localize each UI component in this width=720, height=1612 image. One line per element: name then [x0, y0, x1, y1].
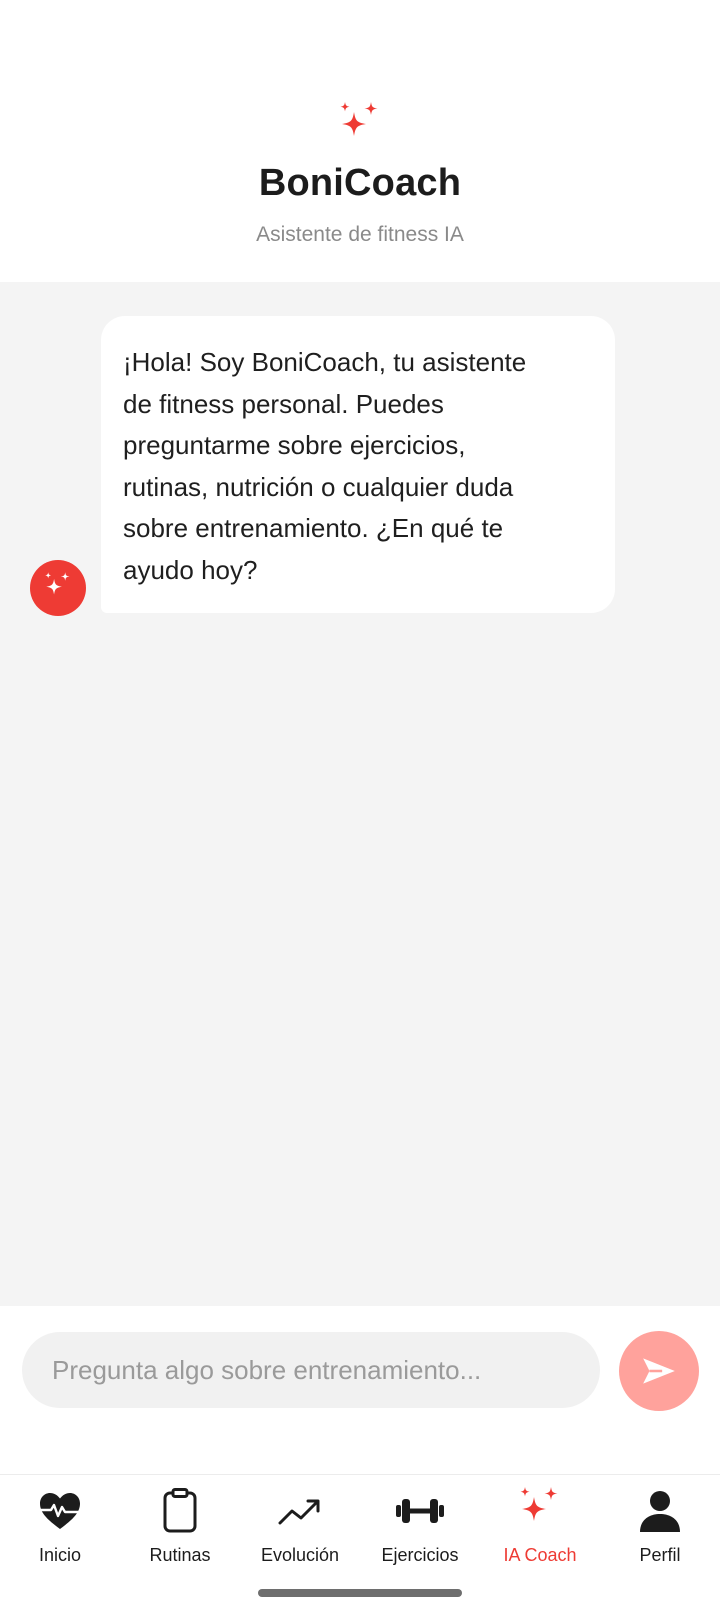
message-line: ayudo hoy?	[123, 554, 258, 585]
chat-area: ¡Hola! Soy BoniCoach, tu asistente de fi…	[0, 282, 720, 1306]
send-icon	[643, 1358, 675, 1384]
nav-label: Perfil	[639, 1545, 681, 1565]
nav-item-ia-coach[interactable]: IA Coach	[480, 1485, 600, 1581]
message-line: de fitness personal. Puedes	[123, 388, 444, 419]
sparkles-icon	[340, 102, 378, 136]
trending-up-icon	[278, 1499, 320, 1525]
bottom-navigation: Inicio Rutinas Evolución Ejercicios IA C…	[0, 1474, 720, 1612]
header: BoniCoach Asistente de fitness IA	[0, 0, 720, 282]
message-line: sobre entrenamiento. ¿En qué te	[123, 513, 504, 543]
heart-pulse-icon	[40, 1493, 80, 1529]
sparkles-icon	[45, 572, 70, 595]
nav-label: Rutinas	[149, 1545, 211, 1565]
message-input[interactable]	[22, 1332, 600, 1408]
nav-label: IA Coach	[503, 1545, 577, 1565]
sparkles-icon	[520, 1487, 558, 1521]
user-icon	[640, 1491, 680, 1532]
app-subtitle: Asistente de fitness IA	[256, 223, 464, 246]
nav-item-ejercicios[interactable]: Ejercicios	[360, 1485, 480, 1581]
clipboard-icon	[163, 1488, 197, 1533]
assistant-avatar	[30, 560, 86, 616]
send-button[interactable]	[619, 1331, 699, 1411]
nav-label: Inicio	[38, 1545, 82, 1565]
nav-item-rutinas[interactable]: Rutinas	[120, 1485, 240, 1581]
message-line: preguntarme sobre ejercicios,	[123, 430, 466, 460]
nav-label: Evolución	[260, 1545, 340, 1565]
assistant-message-bubble: ¡Hola! Soy BoniCoach, tu asistente de fi…	[101, 316, 615, 613]
app-title: BoniCoach	[258, 162, 462, 204]
dumbbell-icon	[396, 1499, 444, 1523]
nav-item-inicio[interactable]: Inicio	[0, 1485, 120, 1581]
composer-bar	[0, 1306, 720, 1474]
nav-label: Ejercicios	[381, 1545, 459, 1565]
message-line: ¡Hola! Soy BoniCoach, tu asistente	[123, 347, 527, 377]
message-line: rutinas, nutrición o cualquier duda	[123, 471, 514, 502]
app-screen: BoniCoach Asistente de fitness IA ¡Hola!…	[0, 0, 720, 1612]
nav-item-evolucion[interactable]: Evolución	[240, 1485, 360, 1581]
nav-item-perfil[interactable]: Perfil	[600, 1485, 720, 1581]
home-indicator[interactable]	[258, 1589, 462, 1597]
